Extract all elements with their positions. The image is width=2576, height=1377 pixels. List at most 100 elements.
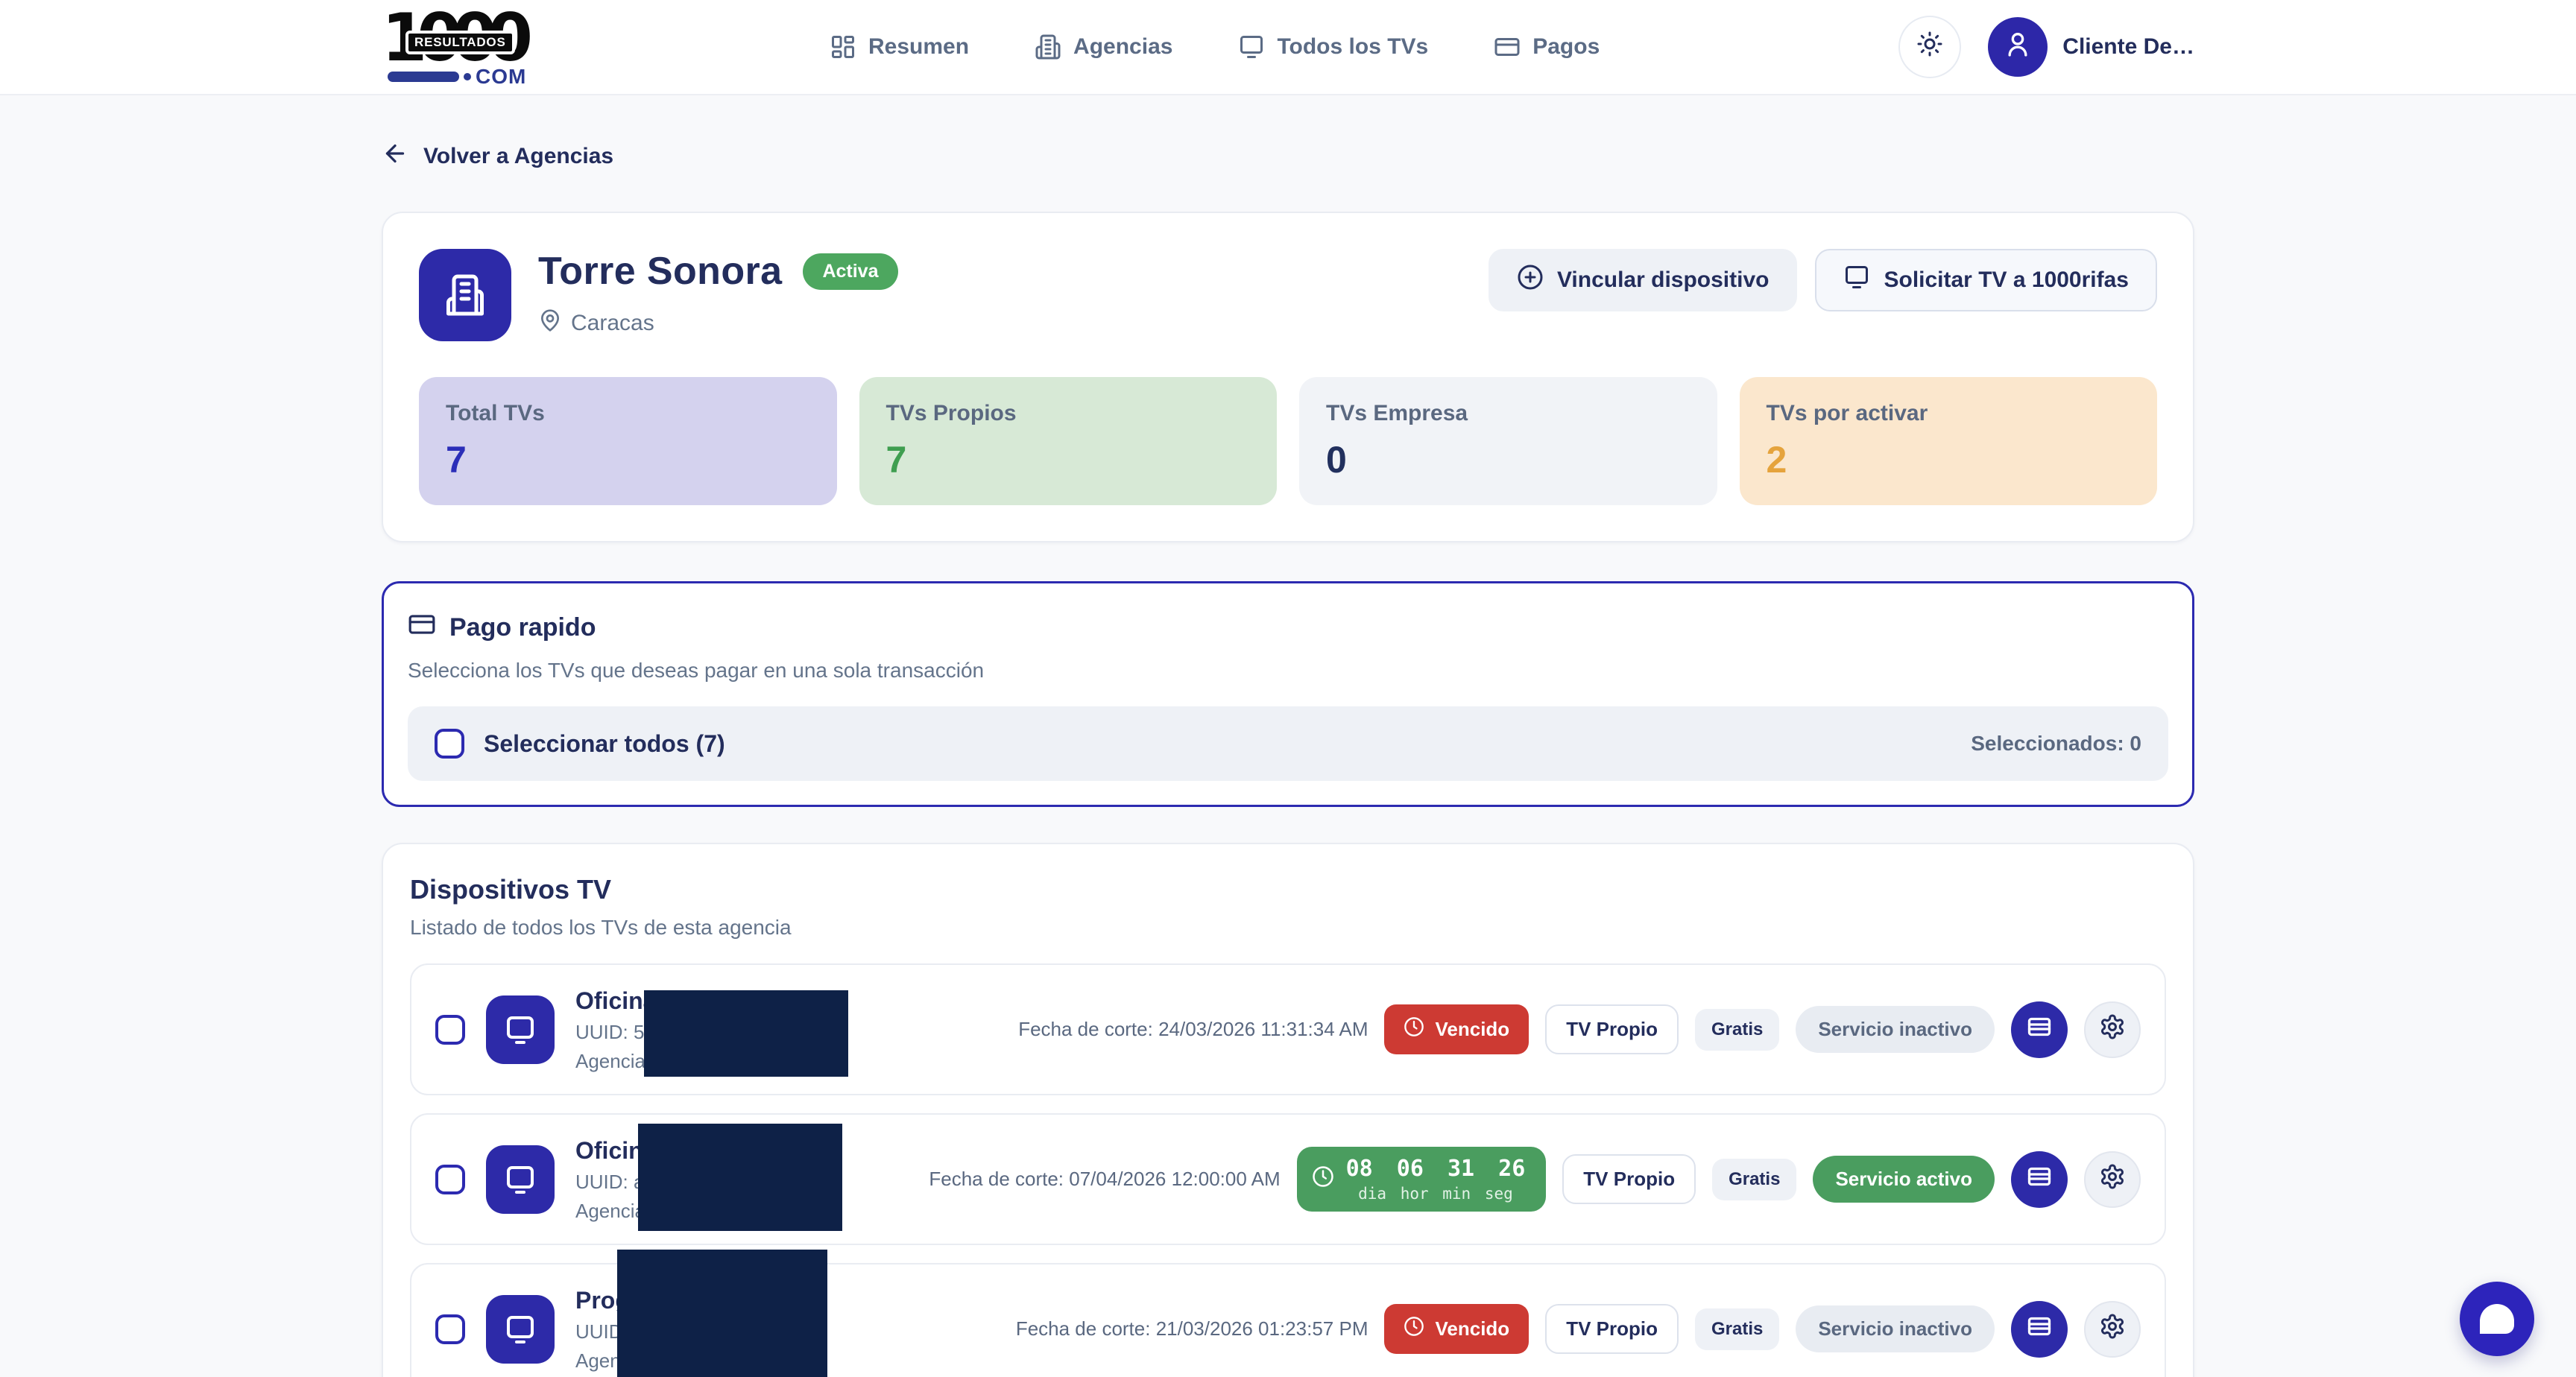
quick-pay-subtitle: Selecciona los TVs que deseas pagar en u…: [408, 659, 2168, 683]
cutoff-date: Fecha de corte: 24/03/2026 11:31:34 AM: [1018, 1018, 1368, 1041]
back-to-agencies-link[interactable]: Volver a Agencias: [382, 140, 613, 173]
redaction-block: [617, 1250, 827, 1377]
service-status-badge: Servicio inactivo: [1796, 1305, 1995, 1352]
row-checkbox[interactable]: [435, 1015, 465, 1045]
request-tv-label: Solicitar TV a 1000rifas: [1884, 268, 2129, 293]
logo-dot: [464, 73, 471, 80]
nav-item-label: Pagos: [1532, 34, 1600, 60]
clock-icon: [1312, 1165, 1334, 1194]
agency-status-badge: Activa: [803, 253, 897, 290]
request-tv-button[interactable]: Solicitar TV a 1000rifas: [1815, 249, 2157, 311]
nav-item-pagos[interactable]: Pagos: [1494, 34, 1600, 60]
devices-title: Dispositivos TV: [410, 874, 2166, 905]
row-checkbox[interactable]: [435, 1314, 465, 1344]
select-all-bar: Seleccionar todos (7) Seleccionados: 0: [408, 706, 2168, 781]
user-menu[interactable]: Cliente De…: [1988, 17, 2194, 77]
clock-icon: [1404, 1016, 1424, 1042]
row-checkbox[interactable]: [435, 1165, 465, 1194]
countdown-units: dia hor min seg: [1358, 1185, 1513, 1203]
gear-icon: [2099, 1313, 2126, 1346]
user-avatar: [1988, 17, 2048, 77]
tv-device-icon: [486, 1145, 555, 1214]
back-link-label: Volver a Agencias: [423, 144, 613, 169]
chat-widget-button[interactable]: [2460, 1282, 2534, 1356]
monitor-icon: [1238, 34, 1265, 60]
monitor-icon: [1843, 264, 1870, 297]
app-root: 1000 RESULTADOS COM Resumen: [0, 0, 2576, 1377]
tv-type-badge: TV Propio: [1545, 1004, 1679, 1054]
settings-button[interactable]: [2084, 1151, 2141, 1208]
brand-logo[interactable]: 1000 RESULTADOS COM: [382, 8, 531, 86]
nav-item-todos-los-tvs[interactable]: Todos los TVs: [1238, 34, 1428, 60]
link-device-button[interactable]: Vincular dispositivo: [1489, 249, 1798, 311]
stat-value: 0: [1326, 438, 1690, 481]
theme-toggle-button[interactable]: [1898, 16, 1961, 78]
settings-button[interactable]: [2084, 1301, 2141, 1358]
select-all-label: Seleccionar todos (7): [484, 730, 725, 758]
stat-value: 7: [446, 438, 810, 481]
pay-button[interactable]: [2011, 1001, 2068, 1058]
quick-pay-card: Pago rapido Selecciona los TVs que desea…: [382, 581, 2194, 807]
nav-item-resumen[interactable]: Resumen: [830, 34, 969, 60]
nav-item-label: Agencias: [1073, 34, 1172, 60]
stat-value: 7: [886, 438, 1251, 481]
select-all-checkbox[interactable]: [435, 729, 464, 759]
stat-label: TVs Propios: [886, 401, 1251, 426]
tv-rows: Oficina UUID: 5b Agencia: T Fecha de cor…: [410, 963, 2166, 1377]
stats-row: Total TVs 7 TVs Propios 7 TVs Empresa 0 …: [419, 377, 2157, 505]
credit-card-icon: [2026, 1313, 2053, 1346]
countdown-values: 08 06 31 26: [1346, 1156, 1526, 1182]
chat-bubble-icon: [2480, 1304, 2514, 1334]
cutoff-date: Fecha de corte: 21/03/2026 01:23:57 PM: [1016, 1317, 1368, 1340]
credit-card-icon: [1494, 34, 1521, 60]
person-icon: [2003, 29, 2033, 65]
cutoff-date: Fecha de corte: 07/04/2026 12:00:00 AM: [929, 1168, 1280, 1191]
top-navbar: 1000 RESULTADOS COM Resumen: [0, 0, 2576, 95]
gear-icon: [2099, 1163, 2126, 1196]
pay-button[interactable]: [2011, 1301, 2068, 1358]
tv-row: Oficina UUID: a13 Agencia: T Fecha de co…: [410, 1113, 2166, 1245]
plan-badge: Gratis: [1695, 1308, 1779, 1350]
service-status-badge: Servicio inactivo: [1796, 1006, 1995, 1053]
plan-badge: Gratis: [1712, 1159, 1796, 1200]
stat-label: TVs Empresa: [1326, 401, 1690, 426]
credit-card-icon: [2026, 1163, 2053, 1196]
logo-band-text: RESULTADOS: [405, 31, 515, 54]
sun-icon: [1916, 31, 1943, 63]
stat-card-total-tvs: Total TVs 7: [419, 377, 837, 505]
agency-header-card: Torre Sonora Activa Caracas: [382, 212, 2194, 542]
redaction-block: [644, 990, 848, 1077]
service-status-badge: Servicio activo: [1813, 1156, 1995, 1203]
devices-subtitle: Listado de todos los TVs de esta agencia: [410, 916, 2166, 940]
settings-button[interactable]: [2084, 1001, 2141, 1058]
logo-underline-bar: [388, 72, 459, 82]
dashboard-icon: [830, 34, 856, 60]
expired-badge: Vencido: [1384, 1004, 1529, 1054]
stat-label: Total TVs: [446, 401, 810, 426]
link-device-label: Vincular dispositivo: [1557, 268, 1770, 293]
selected-count: Seleccionados: 0: [1971, 732, 2141, 756]
tv-device-icon: [486, 995, 555, 1064]
credit-card-icon: [408, 610, 436, 645]
user-name: Cliente De…: [2062, 34, 2194, 60]
tv-type-badge: TV Propio: [1562, 1154, 1696, 1204]
expired-label: Vencido: [1435, 1018, 1509, 1041]
stat-card-tvs-empresa: TVs Empresa 0: [1299, 377, 1717, 505]
arrow-left-icon: [382, 140, 408, 173]
nav-item-label: Todos los TVs: [1277, 34, 1428, 60]
plus-circle-icon: [1517, 264, 1544, 297]
stat-value: 2: [1767, 438, 2131, 481]
tv-type-badge: TV Propio: [1545, 1304, 1679, 1354]
credit-card-icon: [2026, 1013, 2053, 1046]
expired-badge: Vencido: [1384, 1304, 1529, 1354]
gear-icon: [2099, 1013, 2126, 1046]
stat-label: TVs por activar: [1767, 401, 2131, 426]
agency-city: Caracas: [571, 311, 654, 336]
stat-card-tvs-por-activar: TVs por activar 2: [1740, 377, 2158, 505]
logo-com-text: COM: [476, 65, 526, 89]
countdown-badge: 08 06 31 26 dia hor min seg: [1297, 1147, 1547, 1212]
redaction-block: [638, 1124, 842, 1231]
main-content: Volver a Agencias Torre Sonora Activa: [382, 95, 2194, 1377]
nav-item-agencias[interactable]: Agencias: [1035, 34, 1172, 60]
pay-button[interactable]: [2011, 1151, 2068, 1208]
